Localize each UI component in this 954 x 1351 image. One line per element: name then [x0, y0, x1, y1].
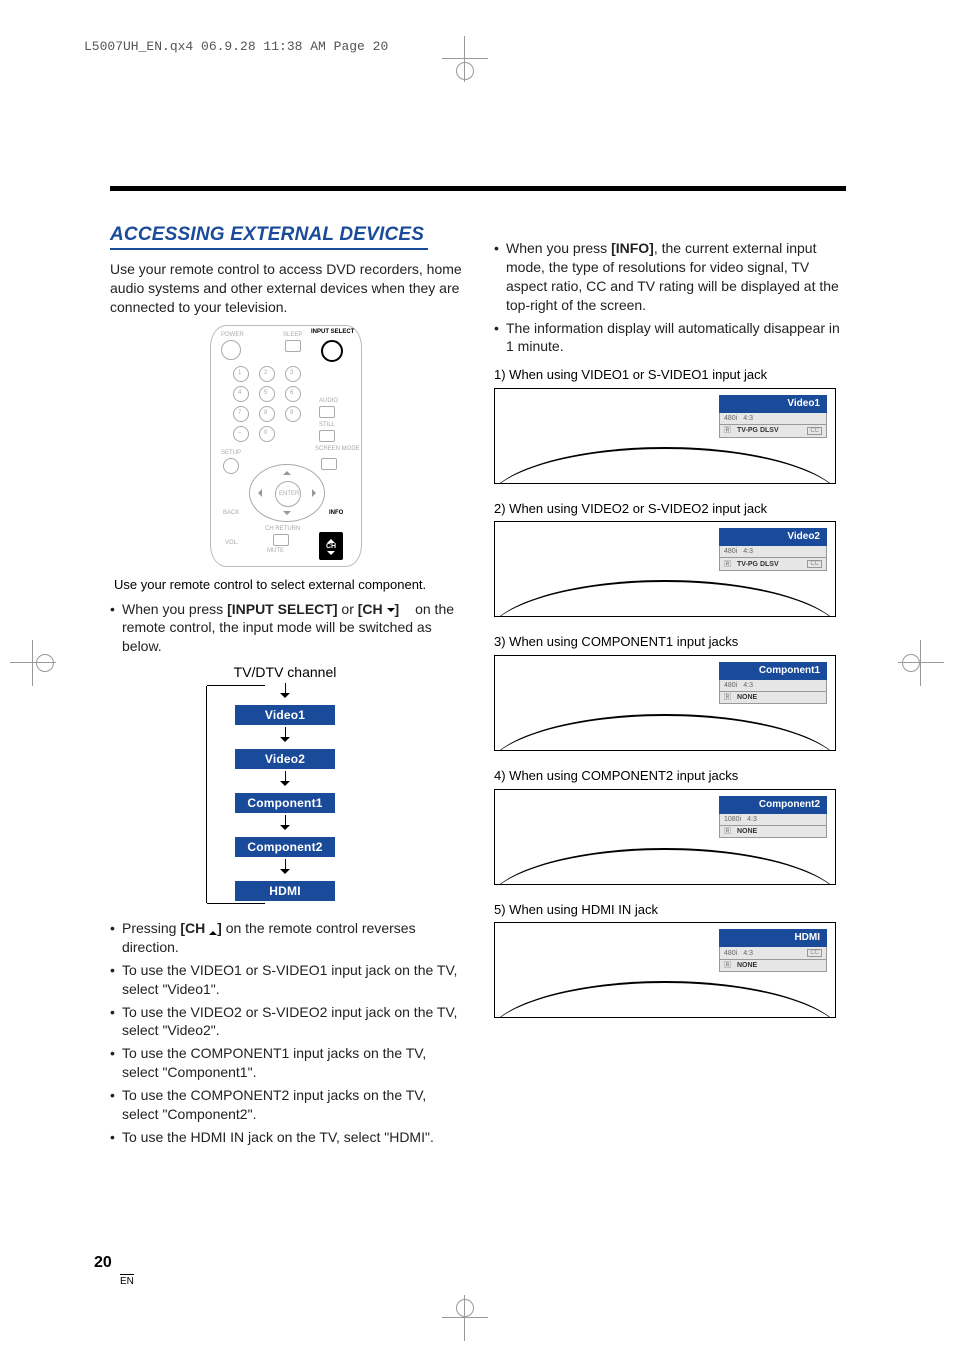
osd-line1: 480i4:3	[719, 546, 827, 558]
screen-mode-button	[321, 458, 337, 470]
bullet-component1: To use the COMPONENT1 input jacks on the…	[110, 1044, 462, 1082]
still-button	[319, 430, 335, 442]
osd-line1: 480i4:3	[719, 680, 827, 692]
crop-mark-left	[10, 640, 56, 686]
info-label: INFO	[329, 510, 343, 516]
flow-head: TV/DTV channel	[205, 664, 365, 681]
ch-return-label: CH RETURN	[265, 526, 300, 532]
osd-3: Component1 480i4:3 🅁NONE	[719, 662, 827, 704]
sleep-button	[285, 340, 301, 352]
input-flow: TV/DTV channel Video1 Video2 Component1 …	[205, 664, 365, 911]
flow-component2: Component2	[235, 837, 335, 857]
screen1-preview: Video1 480i4:3 🅁TV-PG DLSVCC	[494, 388, 836, 484]
screen4-preview: Component2 1080i4:3 🅁NONE	[494, 789, 836, 885]
remote-caption: Use your remote control to select extern…	[114, 577, 462, 594]
osd-line1: 480i4:3CC	[719, 947, 827, 960]
bullet-video1: To use the VIDEO1 or S-VIDEO1 input jack…	[110, 961, 462, 999]
osd-line2: 🅁NONE	[719, 960, 827, 972]
audio-label: AUDIO	[319, 398, 338, 404]
input-select-label: INPUT SELECT	[311, 329, 354, 335]
back-label: BACK	[223, 510, 239, 516]
osd-title: Component2	[719, 796, 827, 814]
right-arrow-icon	[312, 489, 320, 497]
section-title: ACCESSING EXTERNAL DEVICES	[110, 225, 428, 250]
crop-mark-bottom	[442, 1295, 488, 1341]
osd-line2: 🅁TV-PG DLSVCC	[719, 425, 827, 438]
power-button	[221, 340, 241, 360]
flow-return-line	[206, 686, 208, 903]
osd-title: Video1	[719, 395, 827, 413]
left-column: ACCESSING EXTERNAL DEVICES Use your remo…	[110, 225, 462, 1151]
left-arrow-icon	[254, 489, 262, 497]
still-label: STILL	[319, 422, 335, 428]
osd-line1: 480i4:3	[719, 413, 827, 425]
screen3-preview: Component1 480i4:3 🅁NONE	[494, 655, 836, 751]
down-arrow-icon	[205, 771, 365, 791]
flow-video1: Video1	[235, 705, 335, 725]
ch-return-button	[273, 534, 289, 546]
down-arrow-icon	[205, 815, 365, 835]
bullet-ch-up: Pressing [CH ] on the remote control rev…	[110, 919, 462, 957]
up-arrow-icon	[283, 467, 291, 475]
bullet-hdmi: To use the HDMI IN jack on the TV, selec…	[110, 1128, 462, 1147]
bullet-component2: To use the COMPONENT2 input jacks on the…	[110, 1086, 462, 1124]
flow-video2: Video2	[235, 749, 335, 769]
down-arrow-icon	[205, 859, 365, 879]
osd-1: Video1 480i4:3 🅁TV-PG DLSVCC	[719, 395, 827, 438]
screen2-preview: Video2 480i4:3 🅁TV-PG DLSVCC	[494, 521, 836, 617]
up-triangle-icon	[209, 927, 217, 935]
dpad: ENTER	[249, 464, 325, 522]
down-triangle-icon	[387, 608, 395, 616]
section-rule	[110, 186, 846, 191]
sleep-label: SLEEP	[283, 332, 302, 338]
down-arrow-icon	[283, 511, 291, 519]
osd-line2: 🅁TV-PG DLSVCC	[719, 558, 827, 571]
crop-mark-top	[442, 36, 488, 82]
right-column: When you press [INFO], the current exter…	[494, 225, 846, 1151]
osd-title: Video2	[719, 528, 827, 546]
osd-4: Component2 1080i4:3 🅁NONE	[719, 796, 827, 838]
mute-label: MUTE	[267, 548, 284, 554]
screen5-caption: 5) When using HDMI IN jack	[494, 901, 846, 919]
osd-5: HDMI 480i4:3CC 🅁NONE	[719, 929, 827, 972]
osd-line1: 1080i4:3	[719, 814, 827, 826]
screen3-caption: 3) When using COMPONENT1 input jacks	[494, 633, 846, 651]
osd-line2: 🅁NONE	[719, 826, 827, 838]
setup-label: SETUP	[221, 450, 241, 456]
intro-text: Use your remote control to access DVD re…	[110, 260, 462, 317]
enter-button: ENTER	[275, 481, 301, 507]
input-select-button	[321, 340, 343, 362]
bullet-info: When you press [INFO], the current exter…	[494, 239, 846, 315]
flow-hdmi: HDMI	[235, 881, 335, 901]
flow-component1: Component1	[235, 793, 335, 813]
bullet-input-select: When you press [INPUT SELECT] or [CH ] o…	[110, 600, 462, 657]
osd-2: Video2 480i4:3 🅁TV-PG DLSVCC	[719, 528, 827, 571]
setup-button	[223, 458, 239, 474]
page-lang: EN	[120, 1274, 134, 1287]
bullet-video2: To use the VIDEO2 or S-VIDEO2 input jack…	[110, 1003, 462, 1041]
down-arrow-icon	[205, 727, 365, 747]
remote-illustration: POWER SLEEP INPUT SELECT 1 2 3 4 5 6 7 8…	[210, 325, 362, 567]
ch-rocker: CH	[319, 532, 343, 560]
screen4-caption: 4) When using COMPONENT2 input jacks	[494, 767, 846, 785]
audio-button	[319, 406, 335, 418]
bullet-auto-dismiss: The information display will automatical…	[494, 319, 846, 357]
vol-label: VOL.	[225, 540, 239, 546]
print-header: L5007UH_EN.qx4 06.9.28 11:38 AM Page 20	[84, 40, 388, 53]
osd-line2: 🅁NONE	[719, 692, 827, 704]
power-label: POWER	[221, 332, 244, 338]
osd-title: Component1	[719, 662, 827, 680]
screen5-preview: HDMI 480i4:3CC 🅁NONE	[494, 922, 836, 1018]
osd-title: HDMI	[719, 929, 827, 947]
page-number: 20	[94, 1255, 112, 1271]
screen1-caption: 1) When using VIDEO1 or S-VIDEO1 input j…	[494, 366, 846, 384]
screen2-caption: 2) When using VIDEO2 or S-VIDEO2 input j…	[494, 500, 846, 518]
screen-mode-label: SCREEN MODE	[315, 446, 360, 452]
crop-mark-right	[898, 640, 944, 686]
